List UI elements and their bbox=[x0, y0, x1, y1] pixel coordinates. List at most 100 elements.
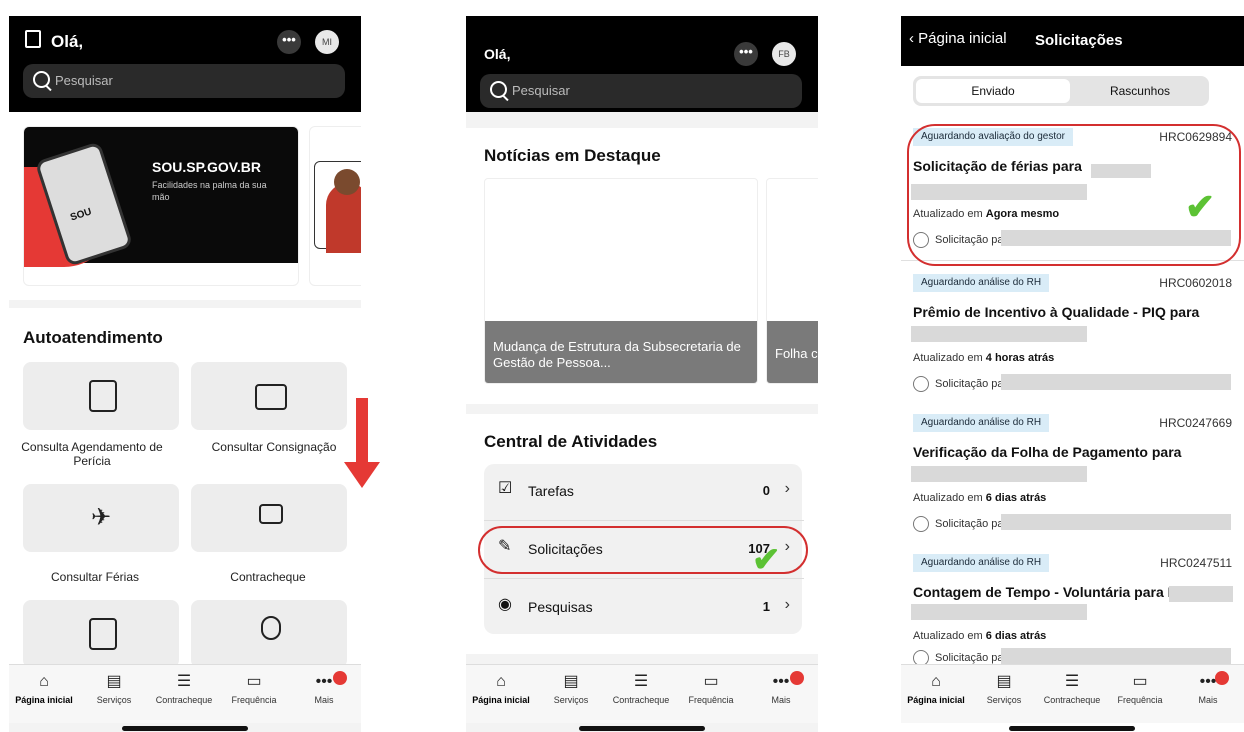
banner-title: SOU.SP.GOV.BR bbox=[152, 159, 261, 175]
tile-consulta-agendamento[interactable] bbox=[23, 362, 179, 430]
screen-home-1: Olá, ••• MI Pesquisar SOU SOU.SP.GOV.BR … bbox=[9, 16, 361, 732]
screen-requests: ‹ Página inicial Solicitações Enviado Ra… bbox=[901, 16, 1244, 732]
home-icon: ⌂ bbox=[931, 673, 941, 690]
services-icon: ▤ bbox=[106, 673, 122, 690]
annotation-check-icon: ✔ bbox=[752, 541, 781, 579]
tile-label: Consultar Férias bbox=[50, 570, 140, 584]
chevron-left-icon: ‹ bbox=[909, 30, 914, 47]
chevron-right-icon: › bbox=[784, 596, 790, 613]
news-card-2[interactable]: Folha c bbox=[766, 178, 818, 384]
request-for: Solicitação para bbox=[913, 516, 1013, 532]
request-id: HRC0602018 bbox=[1159, 276, 1232, 290]
segmented-control: Enviado Rascunhos bbox=[913, 76, 1209, 106]
tile-consultar-consignacao[interactable] bbox=[191, 362, 347, 430]
banner-section: SOU SOU.SP.GOV.BR Facilidades na palma d… bbox=[9, 112, 361, 300]
activity-pesquisas[interactable]: ◉ Pesquisas 1 › bbox=[484, 580, 804, 636]
search-input[interactable]: Pesquisar bbox=[23, 64, 345, 98]
back-button[interactable]: ‹ Página inicial bbox=[909, 30, 1007, 47]
frequency-icon: ▭ bbox=[246, 673, 262, 690]
notification-dot bbox=[1215, 671, 1229, 685]
redacted-block bbox=[1001, 648, 1231, 664]
more-options-button[interactable]: ••• bbox=[277, 30, 301, 54]
banner-card-2[interactable] bbox=[309, 126, 361, 286]
request-id: HRC0247511 bbox=[1160, 556, 1232, 570]
updated-text: Atualizado em 6 dias atrás bbox=[913, 630, 1047, 642]
self-service-section: Autoatendimento Consulta Agendamento de … bbox=[9, 308, 361, 668]
banner-card[interactable]: SOU SOU.SP.GOV.BR Facilidades na palma d… bbox=[23, 126, 299, 286]
tab-more[interactable]: ••• Mais bbox=[746, 665, 816, 705]
tab-bar: ⌂ Página inicial ▤ Serviços ☰ Contracheque … bbox=[9, 664, 361, 723]
home-indicator bbox=[579, 726, 705, 731]
header: Olá, ••• MI Pesquisar bbox=[9, 16, 361, 112]
news-section: Notícias em Destaque Mudança de Estrutur… bbox=[466, 128, 818, 404]
tile-label: Consultar Consignação bbox=[211, 440, 337, 454]
activities-section: Central de Atividades ☑ Tarefas 0 › ✎ So… bbox=[466, 414, 818, 654]
tab-frequency[interactable]: ▭ Frequência bbox=[219, 665, 289, 705]
search-placeholder: Pesquisar bbox=[512, 83, 570, 98]
tile-medical[interactable] bbox=[191, 600, 347, 668]
request-item[interactable]: Aguardando análise do RH HRC0247669 Veri… bbox=[901, 406, 1244, 547]
redacted-block bbox=[911, 604, 1087, 620]
chevron-right-icon: › bbox=[784, 480, 790, 497]
status-badge: Aguardando análise do RH bbox=[913, 414, 1050, 432]
search-input[interactable]: Pesquisar bbox=[480, 74, 802, 108]
home-indicator bbox=[122, 726, 248, 731]
avatar[interactable]: MI bbox=[315, 30, 339, 54]
activities-title: Central de Atividades bbox=[484, 432, 658, 451]
tile-label: Contracheque bbox=[230, 570, 306, 584]
greeting: Olá, bbox=[51, 32, 84, 51]
tab-home[interactable]: ⌂ Página inicial bbox=[901, 665, 971, 705]
clipboard-search-icon bbox=[89, 380, 117, 412]
tab-home[interactable]: ⌂ Página inicial bbox=[9, 665, 79, 705]
paycheck-icon: ☰ bbox=[633, 673, 649, 690]
search-placeholder: Pesquisar bbox=[55, 73, 113, 88]
more-icon: ••• bbox=[315, 673, 333, 690]
segment-drafts[interactable]: Rascunhos bbox=[1073, 79, 1207, 103]
news-title: Notícias em Destaque bbox=[484, 146, 661, 165]
avatar[interactable]: FB bbox=[772, 42, 796, 66]
home-icon: ⌂ bbox=[39, 673, 49, 690]
tab-services[interactable]: ▤ Serviços bbox=[79, 665, 149, 705]
tile-contracheque[interactable] bbox=[191, 484, 347, 552]
clipboard-check-icon: ☑ bbox=[498, 480, 513, 497]
tab-frequency[interactable]: ▭ Frequência bbox=[1105, 665, 1175, 705]
tab-home[interactable]: ⌂ Página inicial bbox=[466, 665, 536, 705]
tile-label: Consulta Agendamento de Perícia bbox=[21, 440, 163, 468]
frequency-icon: ▭ bbox=[1132, 673, 1148, 690]
plane-check-icon: ✈ bbox=[90, 504, 112, 531]
request-item[interactable]: Aguardando análise do RH HRC0602018 Prêm… bbox=[901, 266, 1244, 407]
activity-tarefas[interactable]: ☑ Tarefas 0 › bbox=[484, 464, 804, 521]
header: Olá, ••• FB Pesquisar bbox=[466, 16, 818, 112]
tab-services[interactable]: ▤ Serviços bbox=[536, 665, 606, 705]
request-item[interactable]: Aguardando análise do RH HRC0247511 Cont… bbox=[901, 546, 1244, 671]
menu-icon[interactable] bbox=[25, 30, 41, 48]
tab-frequency[interactable]: ▭ Frequência bbox=[676, 665, 746, 705]
tab-more[interactable]: ••• Mais bbox=[289, 665, 359, 705]
more-options-button[interactable]: ••• bbox=[734, 42, 758, 66]
tab-paycheck[interactable]: ☰ Contracheque bbox=[1037, 665, 1107, 705]
annotation-down-arrow bbox=[356, 398, 368, 466]
request-title: Prêmio de Incentivo à Qualidade - PIQ pa… bbox=[913, 304, 1200, 320]
greeting: Olá, bbox=[484, 46, 511, 62]
screen-home-2: Olá, ••• FB Pesquisar Notícias em Destaq… bbox=[466, 16, 818, 732]
news-card-title: Mudança de Estrutura da Subsecretaria de… bbox=[493, 339, 741, 370]
redacted-block bbox=[911, 466, 1087, 482]
hand-money-icon bbox=[259, 504, 283, 524]
tile-consultar-ferias[interactable]: ✈ bbox=[23, 484, 179, 552]
updated-text: Atualizado em 6 dias atrás bbox=[913, 492, 1047, 504]
home-indicator bbox=[1009, 726, 1135, 731]
tab-paycheck[interactable]: ☰ Contracheque bbox=[606, 665, 676, 705]
news-card[interactable]: Mudança de Estrutura da Subsecretaria de… bbox=[484, 178, 758, 384]
tab-services[interactable]: ▤ Serviços bbox=[969, 665, 1039, 705]
header: ‹ Página inicial Solicitações bbox=[901, 16, 1244, 66]
redacted-block bbox=[1169, 586, 1233, 602]
segment-sent[interactable]: Enviado bbox=[916, 79, 1070, 103]
more-icon: ••• bbox=[772, 673, 790, 690]
screen-search-icon bbox=[255, 384, 287, 410]
tab-bar: ⌂ Página inicial ▤ Serviços ☰ Contracheque … bbox=[901, 664, 1244, 723]
tile-document-plus[interactable] bbox=[23, 600, 179, 668]
tab-paycheck[interactable]: ☰ Contracheque bbox=[149, 665, 219, 705]
user-icon bbox=[913, 376, 929, 392]
tab-more[interactable]: ••• Mais bbox=[1173, 665, 1243, 705]
request-title: Contagem de Tempo - Voluntária para I bbox=[913, 584, 1172, 600]
